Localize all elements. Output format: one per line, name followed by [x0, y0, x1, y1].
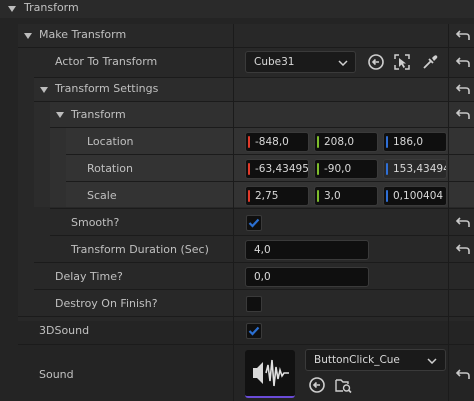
make-transform-label: Make Transform	[39, 28, 127, 41]
sound3d-checkbox[interactable]	[246, 323, 262, 339]
delay-row: Delay Time? 0,0	[0, 263, 474, 289]
browse-folder-icon[interactable]	[334, 376, 352, 394]
section-title: Transform	[24, 1, 79, 14]
sound-row: Sound ButtonClick_Cue	[0, 345, 474, 401]
location-z-value: 186,0	[393, 136, 424, 148]
sound-dropdown[interactable]: ButtonClick_Cue	[305, 349, 446, 371]
location-row: Location -848,0 208,0 186,0	[0, 128, 474, 154]
location-y-value: 208,0	[324, 136, 355, 148]
rotation-row: Rotation -63,43495 -90,0 153,43494	[0, 155, 474, 181]
location-z-field[interactable]: 186,0	[383, 132, 447, 152]
location-y-field[interactable]: 208,0	[314, 132, 378, 152]
rotation-y-field[interactable]: -90,0	[314, 159, 378, 179]
transform-settings-row[interactable]: Transform Settings	[0, 78, 474, 101]
scale-y-field[interactable]: 3,0	[314, 186, 378, 206]
checkmark-icon	[248, 218, 260, 228]
smooth-row: Smooth?	[0, 209, 474, 235]
browse-icon[interactable]	[393, 53, 411, 71]
actor-label: Actor To Transform	[55, 55, 158, 68]
scale-x-value: 2,75	[255, 190, 279, 202]
sound3d-label: 3DSound	[39, 324, 90, 337]
use-selected-icon[interactable]	[367, 53, 385, 71]
z-axis-bar	[386, 190, 388, 202]
rotation-z-value: 153,43494	[393, 163, 447, 175]
duration-field[interactable]: 4,0	[245, 240, 369, 260]
delay-label: Delay Time?	[55, 270, 123, 283]
z-axis-bar	[386, 136, 388, 148]
rotation-x-field[interactable]: -63,43495	[245, 159, 309, 179]
rotation-y-value: -90,0	[324, 163, 352, 175]
collapse-arrow-icon[interactable]	[8, 6, 16, 12]
chevron-down-icon	[427, 358, 437, 364]
reset-arrow-icon[interactable]	[455, 81, 471, 97]
reset-arrow-icon[interactable]	[455, 27, 471, 43]
actor-dropdown[interactable]: Cube31	[245, 51, 356, 73]
expand-arrow-icon[interactable]	[56, 112, 64, 118]
scale-x-field[interactable]: 2,75	[245, 186, 309, 206]
checkmark-icon	[248, 326, 260, 336]
reset-arrow-icon[interactable]	[455, 366, 471, 382]
duration-row: Transform Duration (Sec) 4,0	[0, 236, 474, 262]
actor-row: Actor To Transform Cube31	[0, 48, 474, 77]
reset-arrow-icon[interactable]	[455, 241, 471, 257]
rotation-label: Rotation	[87, 162, 134, 175]
waveform-icon	[253, 359, 289, 387]
transform-settings-label: Transform Settings	[55, 82, 159, 95]
section-header[interactable]: Transform	[0, 0, 474, 18]
location-x-value: -848,0	[255, 136, 289, 148]
sound3d-row: 3DSound	[0, 317, 474, 344]
expand-arrow-icon[interactable]	[40, 87, 48, 93]
smooth-label: Smooth?	[71, 216, 120, 229]
destroy-label: Destroy On Finish?	[55, 297, 158, 310]
y-axis-bar	[317, 190, 319, 202]
x-axis-bar	[248, 163, 250, 175]
scale-z-field[interactable]: 0,100404	[383, 186, 447, 206]
delay-field[interactable]: 0,0	[245, 267, 369, 287]
scale-label: Scale	[87, 189, 117, 202]
destroy-row: Destroy On Finish?	[0, 290, 474, 316]
duration-label: Transform Duration (Sec)	[71, 243, 209, 256]
y-axis-bar	[317, 163, 319, 175]
location-x-field[interactable]: -848,0	[245, 132, 309, 152]
make-transform-row[interactable]: Make Transform	[0, 24, 474, 47]
y-axis-bar	[317, 136, 319, 148]
expand-arrow-icon[interactable]	[24, 33, 32, 39]
z-axis-bar	[386, 163, 388, 175]
reset-arrow-icon[interactable]	[455, 106, 471, 122]
destroy-checkbox[interactable]	[246, 296, 262, 312]
eyedropper-icon[interactable]	[421, 53, 439, 71]
x-axis-bar	[248, 136, 250, 148]
rotation-z-field[interactable]: 153,43494	[383, 159, 447, 179]
sound-value: ButtonClick_Cue	[314, 354, 400, 366]
transform-row[interactable]: Transform	[0, 102, 474, 127]
rotation-x-value: -63,43495	[255, 163, 309, 175]
scale-row: Scale 2,75 3,0 0,100404	[0, 182, 474, 208]
actor-value: Cube31	[254, 56, 295, 68]
location-label: Location	[87, 135, 134, 148]
sound-thumbnail[interactable]	[245, 350, 295, 398]
x-axis-bar	[248, 190, 250, 202]
smooth-checkbox[interactable]	[246, 215, 262, 231]
scale-z-value: 0,100404	[393, 190, 444, 202]
delay-value: 0,0	[254, 271, 271, 283]
duration-value: 4,0	[254, 244, 271, 256]
reset-arrow-icon[interactable]	[455, 54, 471, 70]
chevron-down-icon	[338, 60, 348, 66]
sound-label: Sound	[39, 368, 74, 381]
scale-y-value: 3,0	[324, 190, 341, 202]
use-selected-icon[interactable]	[308, 376, 326, 394]
reset-arrow-icon[interactable]	[455, 214, 471, 230]
transform-label: Transform	[71, 108, 126, 121]
